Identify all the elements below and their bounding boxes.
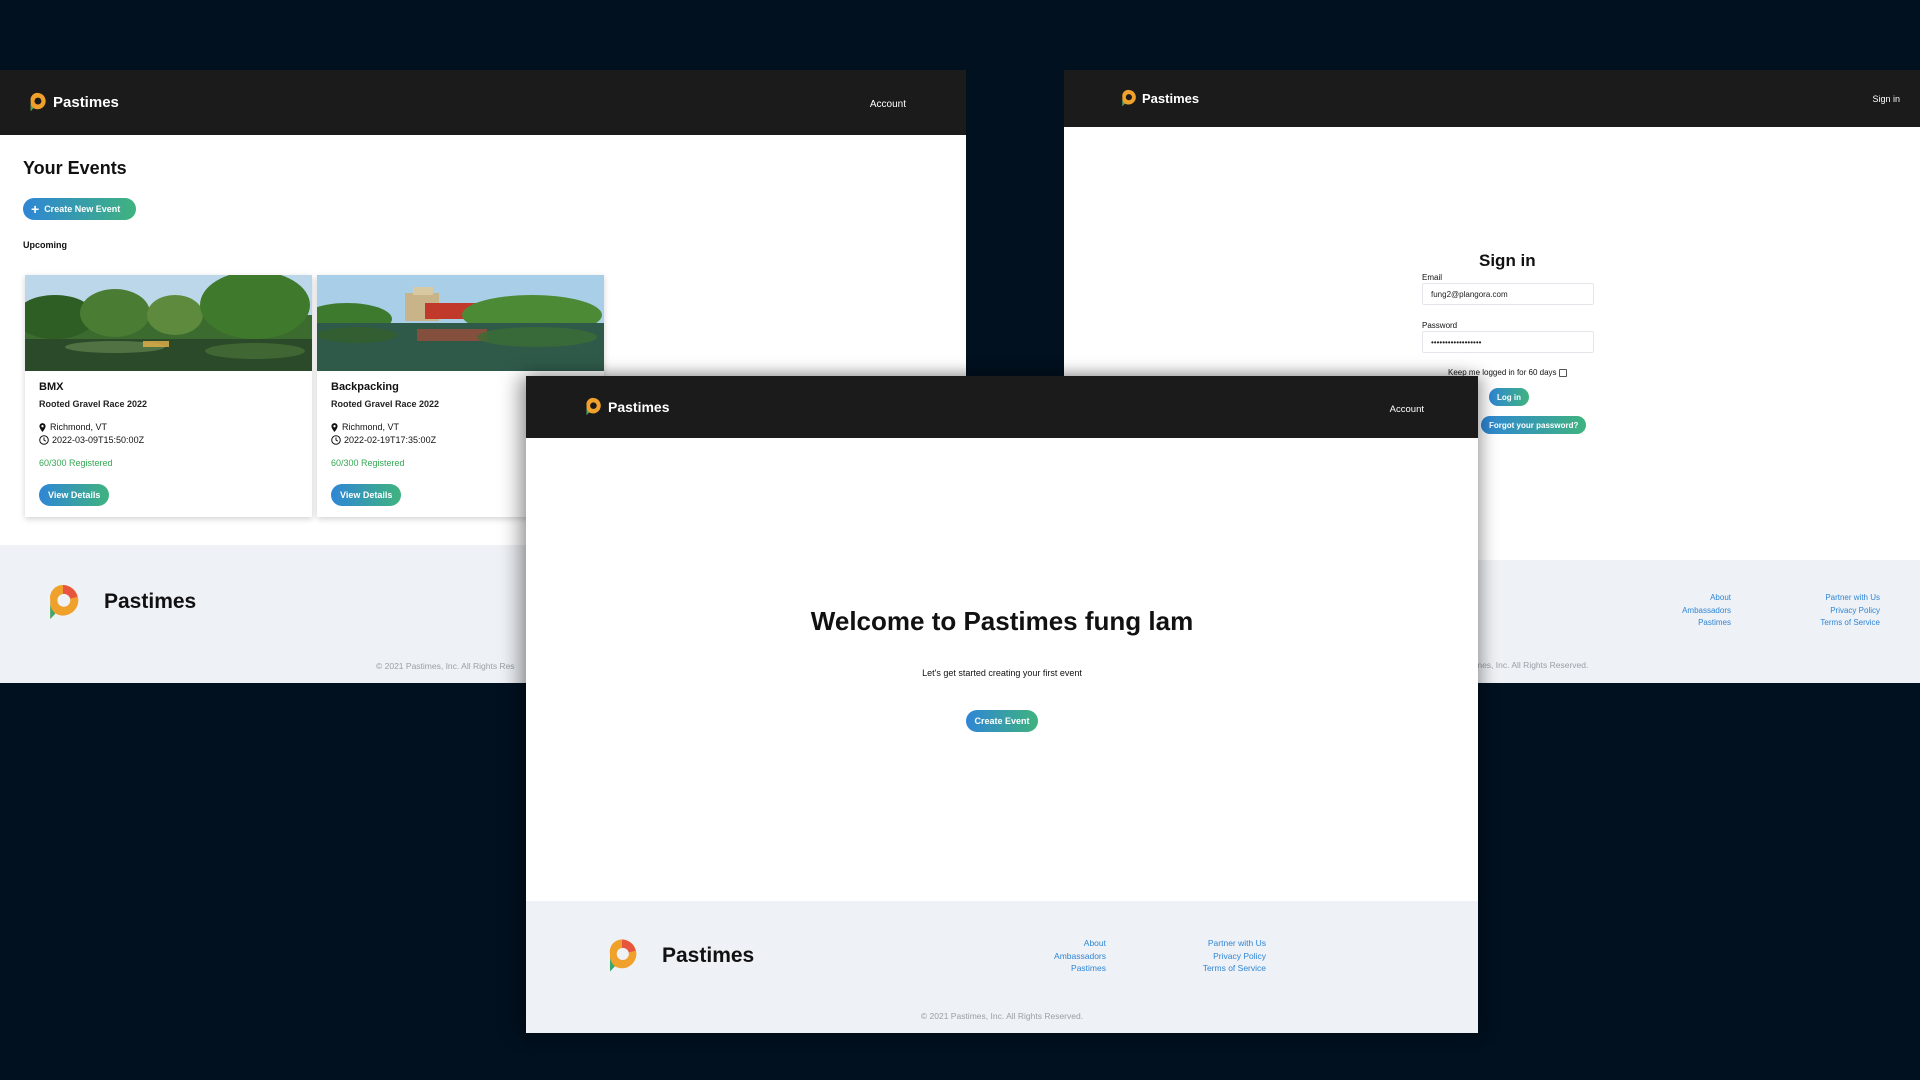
event-datetime-text: 2022-02-19T17:35:00Z xyxy=(344,435,437,445)
page-title: Your Events xyxy=(23,158,127,178)
brand[interactable]: Pastimes xyxy=(28,92,119,112)
event-title: Backpacking xyxy=(331,381,399,393)
event-location: Richmond, VT xyxy=(331,422,399,432)
event-title: BMX xyxy=(39,381,64,393)
event-datetime: 2022-03-09T15:50:00Z xyxy=(39,435,144,445)
footer-link-partner[interactable]: Partner with Us xyxy=(1792,592,1880,605)
signin-title: Sign in xyxy=(1479,251,1536,270)
create-new-event-button[interactable]: + Create New Event xyxy=(23,198,137,220)
event-image xyxy=(25,275,312,371)
welcome-subtitle: Let's get started creating your first ev… xyxy=(922,668,1082,678)
view-details-button[interactable]: View Details xyxy=(39,484,110,506)
event-datetime-text: 2022-03-09T15:50:00Z xyxy=(52,435,145,445)
footer-links-col2: Partner with Us Privacy Policy Terms of … xyxy=(1158,937,1266,975)
clock-icon xyxy=(39,435,49,445)
footer-brand-name: Pastimes xyxy=(104,590,197,613)
footer-links-col1: About Ambassadors Pastimes xyxy=(1664,592,1731,630)
plus-icon: + xyxy=(31,201,40,217)
event-subtitle: Rooted Gravel Race 2022 xyxy=(39,399,148,409)
footer-link-pastimes[interactable]: Pastimes xyxy=(1664,617,1731,630)
nav-account-link[interactable]: Account xyxy=(1390,404,1424,415)
footer: Pastimes About Ambassadors Pastimes Part… xyxy=(526,901,1478,1033)
footer-link-ambassadors[interactable]: Ambassadors xyxy=(1664,605,1731,618)
footer-links-col1: About Ambassadors Pastimes xyxy=(1026,937,1106,975)
footer-link-ambassadors[interactable]: Ambassadors xyxy=(1026,950,1106,963)
view-details-button[interactable]: View Details xyxy=(331,484,402,506)
footer-link-terms[interactable]: Terms of Service xyxy=(1792,617,1880,630)
email-label: Email xyxy=(1422,273,1443,282)
event-location-text: Richmond, VT xyxy=(50,422,108,432)
footer-link-terms[interactable]: Terms of Service xyxy=(1158,962,1266,975)
footer-link-privacy[interactable]: Privacy Policy xyxy=(1158,950,1266,963)
map-pin-icon xyxy=(39,422,46,432)
password-label: Password xyxy=(1422,321,1458,330)
copyright: mes, Inc. All Rights Reserved. xyxy=(1475,660,1589,670)
pastimes-logo-icon xyxy=(1122,89,1136,107)
pastimes-logo-icon xyxy=(30,92,46,112)
event-card: BMX Rooted Gravel Race 2022 Richmond, VT… xyxy=(25,275,312,517)
event-datetime: 2022-02-19T17:35:00Z xyxy=(331,435,436,445)
footer-link-privacy[interactable]: Privacy Policy xyxy=(1792,605,1880,618)
welcome-title: Welcome to Pastimes fung lam xyxy=(810,606,1194,636)
section-upcoming: Upcoming xyxy=(23,240,67,250)
brand[interactable]: Pastimes xyxy=(1120,89,1199,107)
footer-brand[interactable]: Pastimes xyxy=(46,583,196,621)
pastimes-logo-icon xyxy=(49,584,79,619)
welcome-window: Pastimes Account Welcome to Pastimes fun… xyxy=(526,376,1478,1033)
pastimes-logo-icon xyxy=(586,397,601,416)
copyright: © 2021 Pastimes, Inc. All Rights Reserve… xyxy=(920,1011,1084,1021)
footer-link-pastimes[interactable]: Pastimes xyxy=(1026,962,1106,975)
nav-signin-link[interactable]: Sign in xyxy=(1872,94,1900,104)
log-in-button[interactable]: Log in xyxy=(1489,388,1529,406)
event-subtitle: Rooted Gravel Race 2022 xyxy=(331,399,440,409)
create-event-button[interactable]: Create Event xyxy=(966,710,1038,732)
brand-name: Pastimes xyxy=(1142,90,1200,106)
footer-link-about[interactable]: About xyxy=(1664,592,1731,605)
email-field[interactable]: fung2@plangora.com xyxy=(1422,283,1594,305)
footer-brand[interactable]: Pastimes xyxy=(606,937,754,974)
password-field[interactable]: •••••••••••••••••• xyxy=(1422,331,1594,353)
map-pin-icon xyxy=(331,422,338,432)
forgot-password-button[interactable]: Forgot your password? xyxy=(1481,416,1587,434)
keep-logged-in-checkbox[interactable] xyxy=(1558,368,1567,377)
brand-name: Pastimes xyxy=(53,93,119,111)
brand[interactable]: Pastimes xyxy=(584,397,669,416)
top-nav: Pastimes Sign in xyxy=(1064,70,1920,127)
footer-link-partner[interactable]: Partner with Us xyxy=(1158,937,1266,950)
brand-name: Pastimes xyxy=(608,398,670,415)
event-location: Richmond, VT xyxy=(39,422,107,432)
event-image xyxy=(317,275,604,371)
copyright: © 2021 Pastimes, Inc. All Rights Res xyxy=(376,661,515,671)
footer-brand-name: Pastimes xyxy=(662,943,755,967)
create-new-event-label: Create New Event xyxy=(44,204,121,214)
nav-account-link[interactable]: Account xyxy=(870,99,906,110)
event-registered: 60/300 Registered xyxy=(39,458,113,468)
event-registered: 60/300 Registered xyxy=(331,458,405,468)
top-nav: Pastimes Account xyxy=(526,376,1478,438)
pastimes-logo-icon xyxy=(609,939,637,972)
footer-links-col2: Partner with Us Privacy Policy Terms of … xyxy=(1792,592,1880,630)
footer-link-about[interactable]: About xyxy=(1026,937,1106,950)
top-nav: Pastimes Account xyxy=(0,70,966,135)
clock-icon xyxy=(331,435,341,445)
event-location-text: Richmond, VT xyxy=(342,422,400,432)
